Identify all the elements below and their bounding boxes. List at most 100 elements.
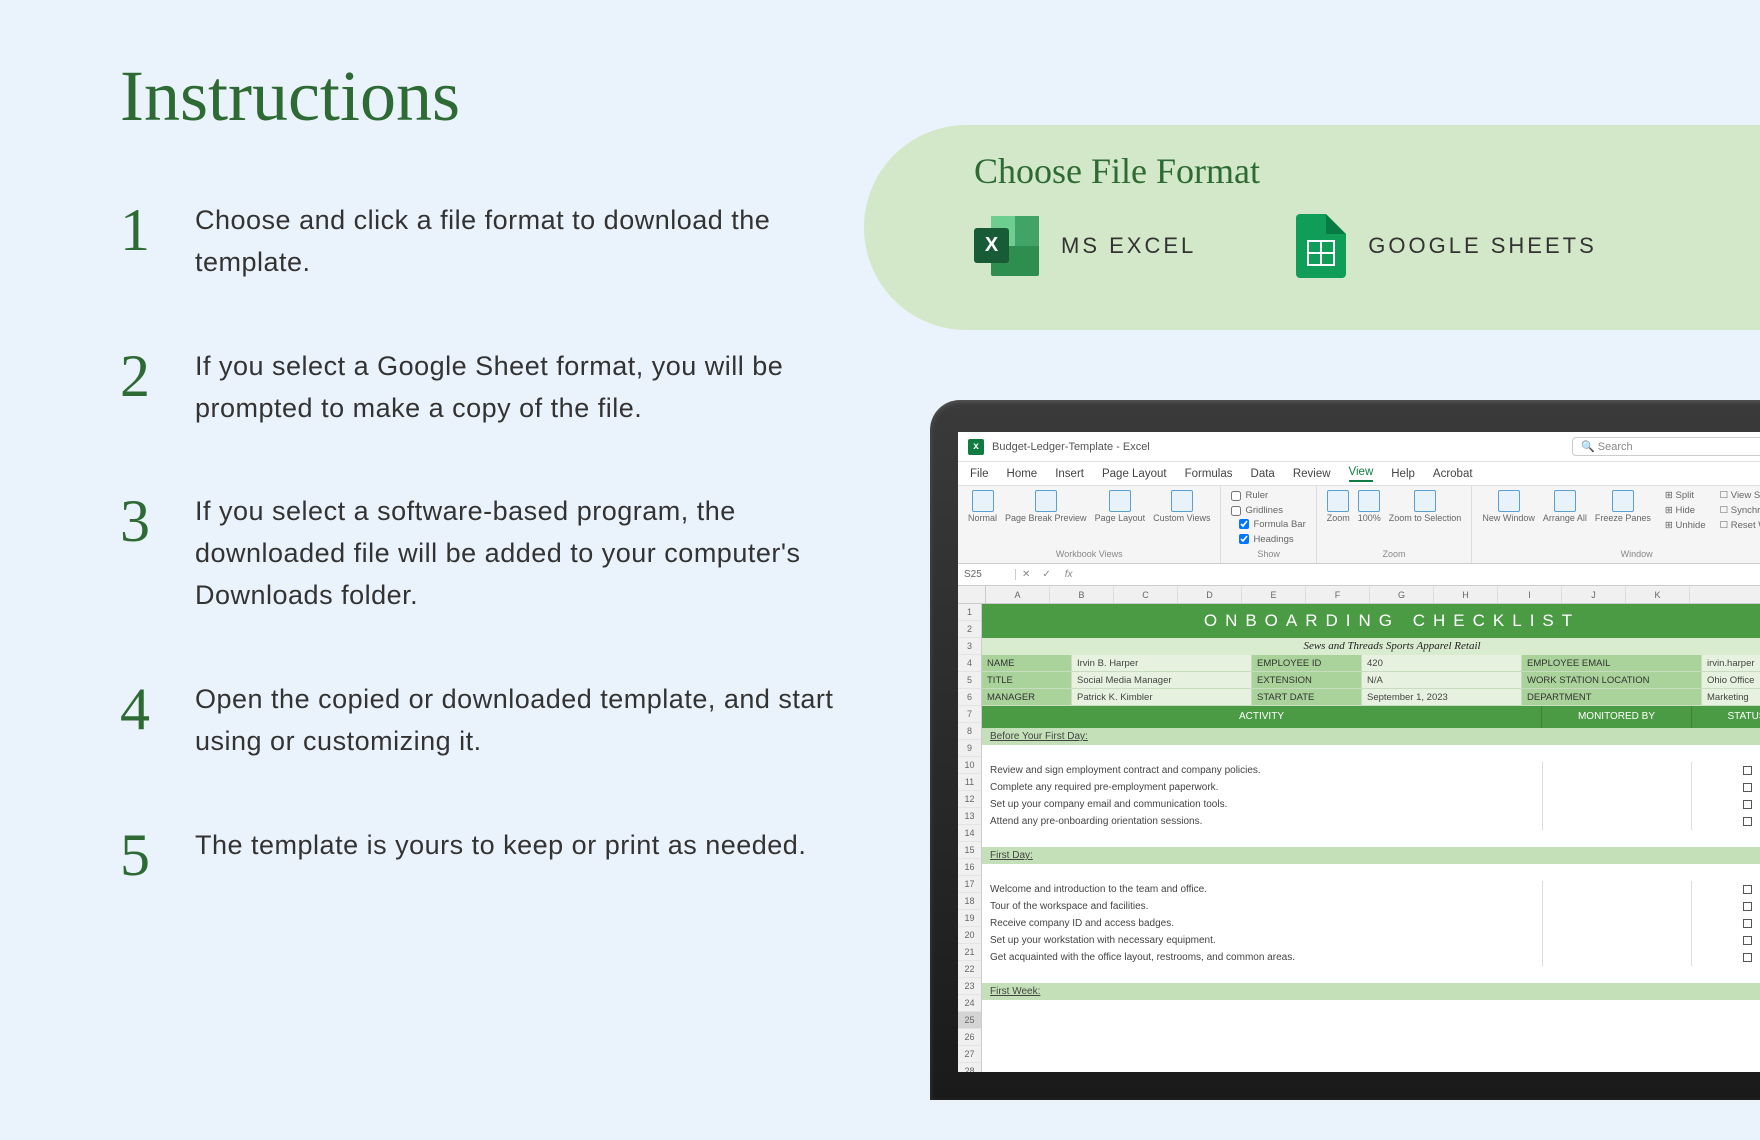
- column-header[interactable]: J: [1562, 586, 1626, 603]
- ribbon-button[interactable]: Page Layout: [1095, 490, 1146, 524]
- ribbon-button[interactable]: Normal: [968, 490, 997, 524]
- checkbox-icon[interactable]: [1743, 936, 1752, 945]
- column-header[interactable]: D: [1178, 586, 1242, 603]
- ribbon-button[interactable]: Zoom: [1327, 490, 1350, 524]
- fx-icon[interactable]: fx: [1057, 569, 1081, 580]
- menu-item[interactable]: Formulas: [1185, 468, 1233, 480]
- menu-item[interactable]: Insert: [1055, 468, 1084, 480]
- row-number[interactable]: 16: [958, 859, 981, 876]
- step-text: If you select a software-based program, …: [195, 491, 840, 617]
- section-header: ACTIVITYMONITORED BYSTATUS: [982, 706, 1760, 728]
- steps-list: 1Choose and click a file format to downl…: [120, 200, 840, 947]
- row-number[interactable]: 20: [958, 927, 981, 944]
- search-input[interactable]: 🔍 Search: [1572, 437, 1760, 456]
- row-number[interactable]: 2: [958, 621, 981, 638]
- menu-item[interactable]: Acrobat: [1433, 468, 1473, 480]
- ribbon-button[interactable]: Page Break Preview: [1005, 490, 1087, 524]
- row-number[interactable]: 21: [958, 944, 981, 961]
- column-header[interactable]: A: [986, 586, 1050, 603]
- menu-item[interactable]: Help: [1391, 468, 1415, 480]
- activity-row: Complete any required pre-employment pap…: [982, 779, 1760, 796]
- column-header[interactable]: H: [1434, 586, 1498, 603]
- checkbox-icon[interactable]: [1743, 902, 1752, 911]
- ruler-checkbox[interactable]: Ruler: [1231, 490, 1305, 501]
- checkbox-icon[interactable]: [1743, 953, 1752, 962]
- enter-icon[interactable]: ✓: [1036, 569, 1056, 580]
- row-number[interactable]: 3: [958, 638, 981, 655]
- menu-item[interactable]: Home: [1007, 468, 1038, 480]
- ribbon-button[interactable]: Zoom to Selection: [1389, 490, 1462, 524]
- row-number[interactable]: 22: [958, 961, 981, 978]
- row-number[interactable]: 15: [958, 842, 981, 859]
- name-box[interactable]: S25: [958, 569, 1016, 580]
- menu-item[interactable]: Data: [1251, 468, 1275, 480]
- formula-bar-checkbox[interactable]: Formula Bar: [1239, 519, 1305, 530]
- column-header[interactable]: F: [1306, 586, 1370, 603]
- ribbon-button[interactable]: ⊞ Split: [1665, 490, 1706, 501]
- headings-checkbox[interactable]: Headings: [1239, 534, 1305, 545]
- step: 4Open the copied or downloaded template,…: [120, 679, 840, 763]
- checkbox-icon[interactable]: [1743, 817, 1752, 826]
- activity-row: Review and sign employment contract and …: [982, 762, 1760, 779]
- row-number[interactable]: 14: [958, 825, 981, 842]
- checkbox-icon[interactable]: [1743, 783, 1752, 792]
- ribbon-button[interactable]: ⊞ Unhide: [1665, 520, 1706, 531]
- activity-row: Tour of the workspace and facilities.: [982, 898, 1760, 915]
- ribbon-button[interactable]: ⊞ Hide: [1665, 505, 1706, 516]
- ribbon-button[interactable]: ☐ Reset Windo: [1720, 520, 1760, 531]
- row-number[interactable]: 4: [958, 655, 981, 672]
- checkbox-icon[interactable]: [1743, 919, 1752, 928]
- ribbon-button[interactable]: ☐ Synchronou: [1720, 505, 1760, 516]
- column-header[interactable]: K: [1626, 586, 1690, 603]
- row-number[interactable]: 24: [958, 995, 981, 1012]
- cancel-icon[interactable]: ✕: [1016, 569, 1036, 580]
- row-number[interactable]: 12: [958, 791, 981, 808]
- row-number[interactable]: 27: [958, 1046, 981, 1063]
- row-number[interactable]: 10: [958, 757, 981, 774]
- row-number[interactable]: 25: [958, 1012, 981, 1029]
- activity-row: Get acquainted with the office layout, r…: [982, 949, 1760, 966]
- row-number[interactable]: 19: [958, 910, 981, 927]
- menu-item[interactable]: File: [970, 468, 989, 480]
- menu-item[interactable]: Page Layout: [1102, 468, 1167, 480]
- google-sheets-option[interactable]: GOOGLE SHEETS: [1296, 214, 1597, 278]
- gridlines-checkbox[interactable]: Gridlines: [1231, 505, 1305, 516]
- row-number[interactable]: 1: [958, 604, 981, 621]
- row-number[interactable]: 28: [958, 1063, 981, 1072]
- row-number[interactable]: 17: [958, 876, 981, 893]
- formula-bar: S25 ✕ ✓ fx: [958, 564, 1760, 586]
- checkbox-icon[interactable]: [1743, 885, 1752, 894]
- row-number[interactable]: 7: [958, 706, 981, 723]
- menu-item[interactable]: View: [1349, 466, 1374, 482]
- menu-item[interactable]: Review: [1293, 468, 1331, 480]
- row-number[interactable]: 8: [958, 723, 981, 740]
- ribbon-group-label: Zoom: [1327, 549, 1462, 559]
- row-number[interactable]: 9: [958, 740, 981, 757]
- excel-logo-icon: x: [968, 439, 984, 455]
- step-number: 4: [120, 679, 160, 739]
- ribbon-button[interactable]: ☐ View Side b: [1720, 490, 1760, 501]
- activity-row: Attend any pre-onboarding orientation se…: [982, 813, 1760, 830]
- ribbon-button[interactable]: New Window: [1482, 490, 1535, 524]
- column-header[interactable]: C: [1114, 586, 1178, 603]
- excel-label: MS EXCEL: [1061, 233, 1196, 259]
- checkbox-icon[interactable]: [1743, 766, 1752, 775]
- row-number[interactable]: 6: [958, 689, 981, 706]
- row-number[interactable]: 23: [958, 978, 981, 995]
- row-number[interactable]: 13: [958, 808, 981, 825]
- row-number[interactable]: 26: [958, 1029, 981, 1046]
- ribbon-button[interactable]: 100%: [1358, 490, 1381, 524]
- row-number[interactable]: 5: [958, 672, 981, 689]
- ms-excel-option[interactable]: X MS EXCEL: [974, 216, 1196, 276]
- column-header[interactable]: E: [1242, 586, 1306, 603]
- checkbox-icon[interactable]: [1743, 800, 1752, 809]
- ribbon-button[interactable]: Arrange All: [1543, 490, 1587, 524]
- sheets-icon: [1296, 214, 1346, 278]
- ribbon-button[interactable]: Freeze Panes: [1595, 490, 1651, 524]
- column-header[interactable]: I: [1498, 586, 1562, 603]
- column-header[interactable]: G: [1370, 586, 1434, 603]
- ribbon-button[interactable]: Custom Views: [1153, 490, 1210, 524]
- row-number[interactable]: 11: [958, 774, 981, 791]
- row-number[interactable]: 18: [958, 893, 981, 910]
- column-header[interactable]: B: [1050, 586, 1114, 603]
